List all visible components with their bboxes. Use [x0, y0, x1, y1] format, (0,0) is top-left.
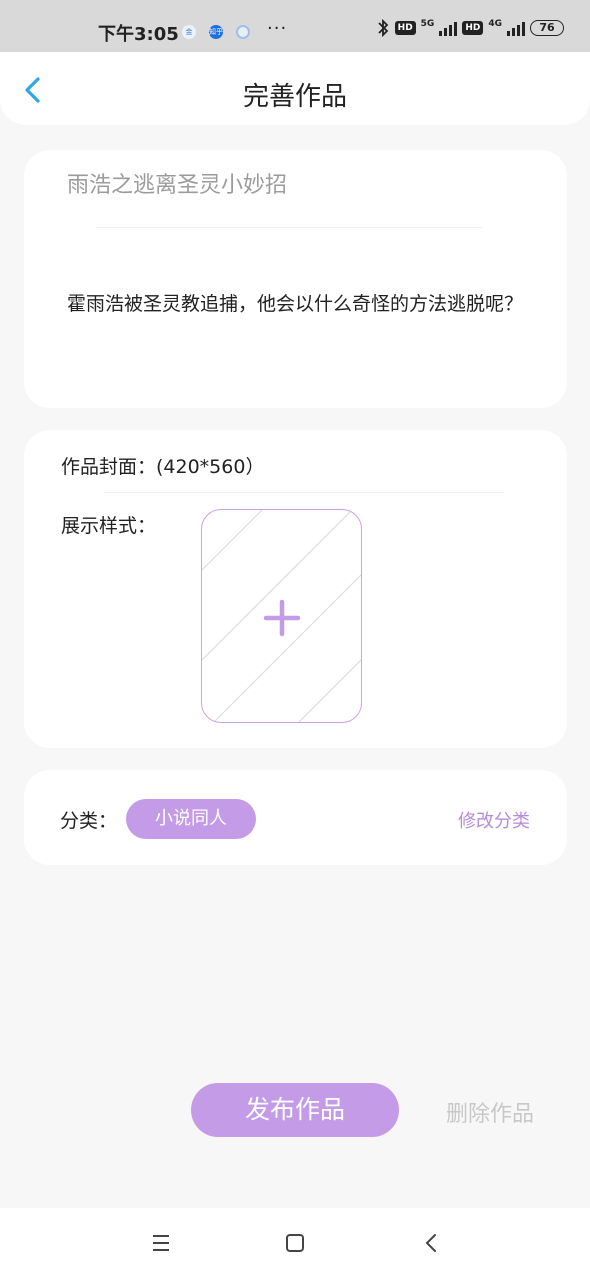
divider	[96, 227, 482, 228]
menu-icon	[153, 1235, 169, 1251]
battery-indicator: 76	[530, 20, 564, 36]
category-chip[interactable]: 小说同人	[126, 799, 256, 839]
signal-icon-2	[507, 20, 525, 36]
edit-category-link[interactable]: 修改分类	[458, 807, 530, 833]
plus-icon	[263, 599, 301, 637]
app-notification-icon: 金	[182, 25, 196, 39]
page-title: 完善作品	[242, 82, 347, 112]
hd-badge: HD	[394, 21, 416, 35]
menu-button[interactable]	[146, 1228, 176, 1258]
header-bar: 完善作品	[0, 52, 590, 125]
category-label: 分类：	[60, 810, 118, 832]
back-triangle-icon	[425, 1234, 436, 1252]
status-time: 下午3:05	[98, 24, 179, 45]
status-indicators: HD 5G HD 4G 76	[376, 18, 564, 38]
delete-button[interactable]: 删除作品	[446, 1096, 534, 1128]
signal-icon	[439, 20, 458, 36]
network-type-label: 5G	[420, 19, 435, 29]
divider	[104, 492, 504, 493]
zhihu-notification-icon: 知乎	[209, 25, 223, 39]
system-back-button[interactable]	[416, 1228, 446, 1258]
display-style-label: 展示样式：	[61, 515, 157, 537]
hd-badge-2: HD	[462, 21, 484, 35]
cover-card: 作品封面：(420*560） 展示样式：	[24, 430, 567, 748]
status-bar: 下午3:05 金 知乎 ··· HD 5G HD 4G 76	[0, 0, 590, 52]
work-description-field[interactable]: 霍雨浩被圣灵教追捕，他会以什么奇怪的方法逃脱呢？	[67, 290, 537, 319]
cover-upload-button[interactable]	[201, 509, 362, 723]
system-nav-bar	[0, 1208, 590, 1280]
cover-label: 作品封面：(420*560）	[61, 456, 265, 478]
category-card: 分类： 小说同人 修改分类	[24, 770, 567, 865]
home-button[interactable]	[280, 1228, 310, 1258]
work-info-card: 雨浩之逃离圣灵小妙招 霍雨浩被圣灵教追捕，他会以什么奇怪的方法逃脱呢？	[24, 150, 567, 408]
publish-button[interactable]: 发布作品	[191, 1083, 399, 1137]
more-notifications-icon: ···	[267, 18, 288, 39]
home-square-icon	[286, 1234, 304, 1252]
app-notification-icon-3	[236, 25, 250, 39]
network-type-label-2: 4G	[488, 19, 502, 29]
work-title-field[interactable]: 雨浩之逃离圣灵小妙招	[67, 167, 287, 199]
bluetooth-icon	[378, 18, 388, 38]
